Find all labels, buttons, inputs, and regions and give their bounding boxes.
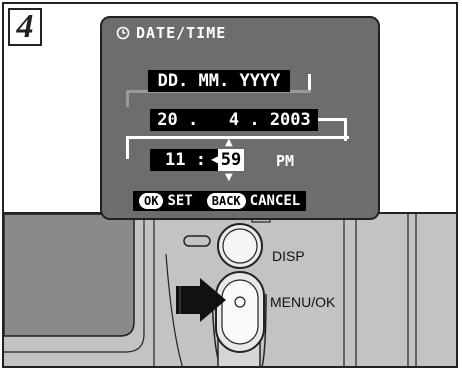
back-key-icon: BACK xyxy=(206,193,246,209)
date-format-field[interactable]: DD. MM. YYYY xyxy=(148,70,290,92)
manual-page: 4 DISP MENU/OK DATE/TIME DD. MM. YYYY 20… xyxy=(0,0,462,370)
step-number: 4 xyxy=(16,8,34,45)
set-label: SET xyxy=(167,193,193,209)
lcd-title-row: DATE/TIME xyxy=(116,24,226,42)
bracket-2 xyxy=(126,90,311,107)
menu-ok-label: MENU/OK xyxy=(270,294,336,310)
left-arrow-icon: ◀ xyxy=(211,152,221,166)
minute-field-selected[interactable]: 59 xyxy=(218,149,244,171)
step-number-box: 4 xyxy=(8,8,42,46)
ok-key-icon: OK xyxy=(139,193,164,209)
cancel-label: CANCEL xyxy=(249,193,301,209)
camera-back-photo: DISP MENU/OK xyxy=(4,212,456,366)
disp-label: DISP xyxy=(272,248,305,264)
lcd-screen: DATE/TIME DD. MM. YYYY 20 . 4 . 2003 11 … xyxy=(100,16,380,220)
date-field[interactable]: 20 . 4 . 2003 xyxy=(150,109,318,131)
lcd-title: DATE/TIME xyxy=(136,24,227,42)
camera-body-drawing xyxy=(4,213,456,366)
ampm-indicator: PM xyxy=(276,152,295,170)
down-arrow-icon: ▼ xyxy=(225,172,233,183)
hour-field[interactable]: 11 : xyxy=(150,149,212,171)
up-arrow-icon: ▲ xyxy=(225,137,233,148)
lcd-button-guide: OK SET BACK CANCEL xyxy=(133,191,307,211)
clock-icon xyxy=(116,26,130,40)
illustration-frame: 4 DISP MENU/OK DATE/TIME DD. MM. YYYY 20… xyxy=(2,2,458,368)
